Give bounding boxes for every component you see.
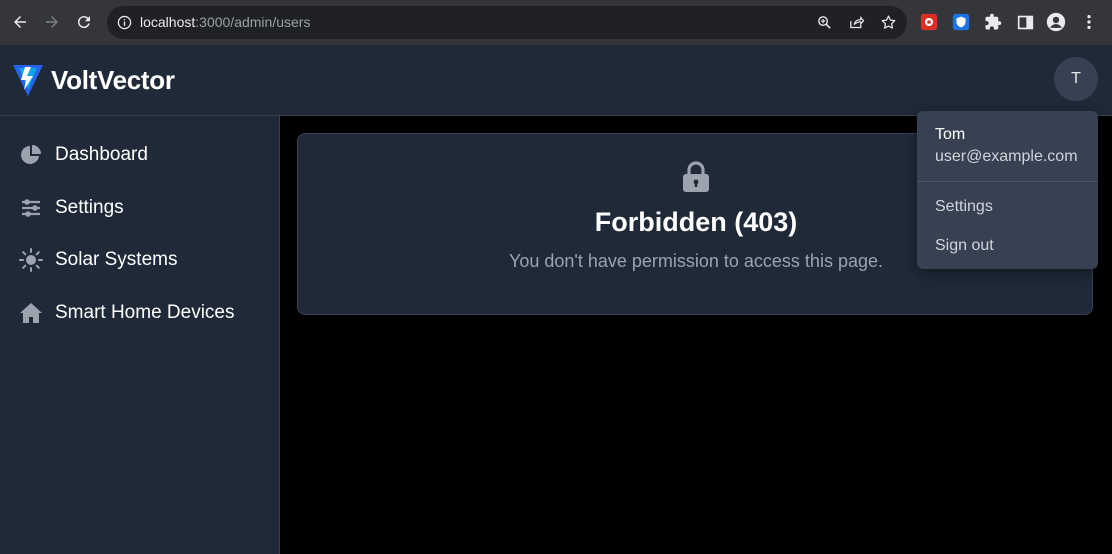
app-header: VoltVector T (0, 45, 1112, 116)
zoom-icon[interactable] (816, 14, 833, 31)
home-icon (20, 303, 42, 323)
menu-item-settings[interactable]: Settings (935, 198, 993, 216)
sidebar-item-solar-systems[interactable]: Solar Systems (0, 238, 279, 282)
user-email: user@example.com (935, 148, 1078, 165)
menu-dots-icon[interactable] (1079, 12, 1099, 32)
user-name: Tom (935, 126, 966, 143)
lock-icon (683, 161, 709, 192)
sidebar-item-settings[interactable]: Settings (0, 186, 279, 230)
pie-chart-icon (21, 145, 41, 164)
reload-icon[interactable] (68, 6, 100, 38)
profile-icon[interactable] (1046, 12, 1066, 32)
sidebar: Dashboard Settings Solar Systems Smart H… (0, 116, 280, 554)
user-avatar-button[interactable]: T (1054, 57, 1098, 101)
bookmark-star-icon[interactable] (880, 14, 897, 31)
side-panel-icon[interactable] (1015, 12, 1035, 32)
sun-icon (19, 248, 43, 272)
sliders-icon (22, 199, 40, 217)
share-icon[interactable] (848, 14, 865, 31)
extension-red-icon[interactable] (919, 12, 939, 32)
sidebar-item-smart-home-devices[interactable]: Smart Home Devices (0, 291, 279, 335)
user-menu-dropdown: Tom user@example.com Settings Sign out (917, 111, 1098, 269)
sidebar-item-label: Settings (55, 197, 124, 218)
sidebar-item-label: Solar Systems (55, 249, 178, 270)
sidebar-item-label: Dashboard (55, 144, 148, 165)
menu-item-sign-out[interactable]: Sign out (935, 237, 994, 255)
address-bar[interactable]: localhost:3000/admin/users (107, 6, 907, 39)
url-text[interactable]: localhost:3000/admin/users (140, 14, 310, 30)
back-icon[interactable] (4, 6, 36, 38)
url-host: localhost (140, 14, 196, 30)
brand-name[interactable]: VoltVector (51, 65, 175, 96)
forward-icon[interactable] (36, 6, 68, 38)
extension-shield-icon[interactable] (951, 12, 971, 32)
browser-toolbar: localhost:3000/admin/users (0, 0, 1112, 45)
url-path: :3000/admin/users (195, 14, 311, 30)
puzzle-icon[interactable] (983, 12, 1003, 32)
voltvector-logo-icon[interactable] (12, 63, 44, 97)
menu-divider (917, 181, 1098, 182)
info-icon[interactable] (117, 15, 132, 30)
sidebar-item-label: Smart Home Devices (55, 302, 235, 323)
sidebar-item-dashboard[interactable]: Dashboard (0, 133, 279, 177)
